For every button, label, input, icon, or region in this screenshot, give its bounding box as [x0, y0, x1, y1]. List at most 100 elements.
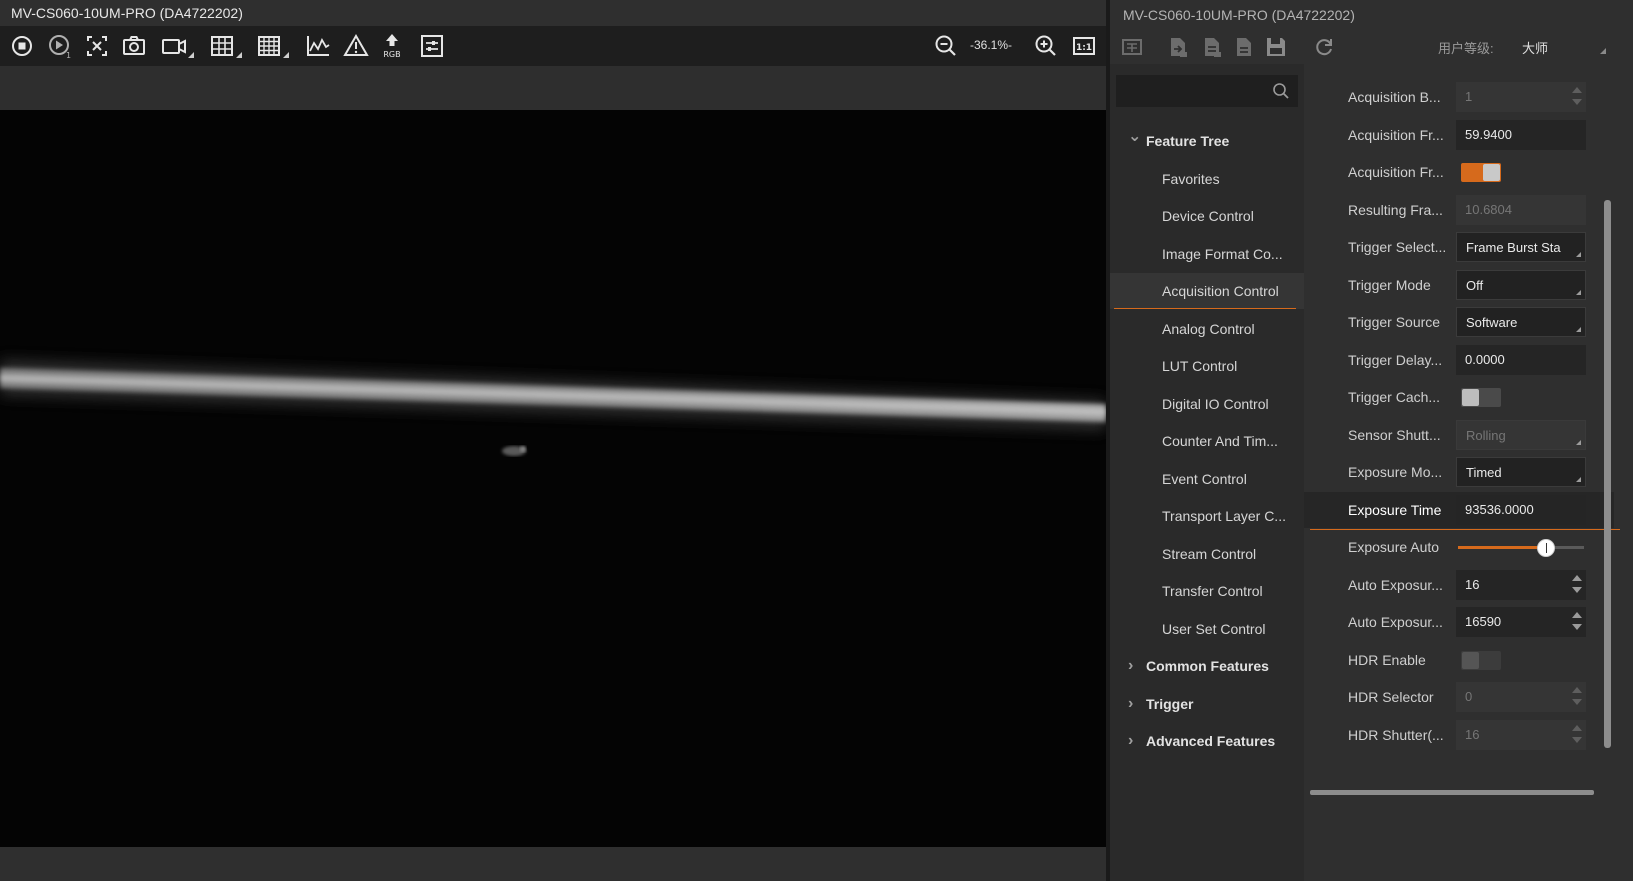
tree-item[interactable]: LUT Control [1110, 348, 1304, 384]
tree-item[interactable]: Transport Layer C... [1110, 498, 1304, 534]
toggle-knob [1483, 164, 1500, 181]
spin-up-icon[interactable] [1572, 575, 1582, 581]
property-dropdown[interactable]: Off [1456, 270, 1586, 300]
tree-item[interactable]: Acquisition Control [1110, 273, 1304, 309]
spin-up-icon[interactable] [1572, 612, 1582, 618]
chevron-down-icon[interactable] [1600, 48, 1606, 54]
feature-pane-title: MV-CS060-10UM-PRO (DA4722202) [1123, 7, 1355, 23]
property-spinbox[interactable]: 16590 [1456, 607, 1586, 637]
chevron-right-icon[interactable]: › [1128, 686, 1142, 722]
tree-item[interactable]: Event Control [1110, 461, 1304, 497]
spin-down-icon[interactable] [1572, 587, 1582, 593]
spin-buttons [1572, 723, 1582, 747]
tree-item[interactable]: Image Format Co... [1110, 236, 1304, 272]
spin-buttons [1572, 85, 1582, 109]
tree-item-label: Event Control [1162, 471, 1247, 487]
spin-down-icon [1572, 737, 1582, 743]
chevron-down-icon[interactable] [1576, 252, 1581, 257]
chevron-right-icon[interactable]: › [1128, 723, 1142, 759]
settings-sliders-icon[interactable] [418, 32, 446, 60]
save-icon[interactable] [1264, 35, 1288, 59]
property-value: 0 [1465, 689, 1473, 704]
zoom-out-icon[interactable] [932, 32, 960, 60]
property-dropdown[interactable]: Frame Burst Sta [1456, 232, 1586, 262]
tree-item[interactable]: Digital IO Control [1110, 386, 1304, 422]
tree-item[interactable]: Favorites [1110, 161, 1304, 197]
property-hscrollbar[interactable] [1310, 790, 1594, 795]
spin-down-icon[interactable] [1572, 624, 1582, 630]
image-status-strip [0, 847, 1106, 881]
zoom-in-icon[interactable] [1032, 32, 1060, 60]
property-row: Trigger Cach... [1304, 379, 1614, 415]
refresh-icon[interactable] [1312, 35, 1336, 59]
property-input[interactable]: 93536.0000 [1456, 495, 1586, 525]
property-name: Exposure Auto [1348, 539, 1440, 555]
property-input: 10.6804 [1456, 195, 1586, 225]
tree-item[interactable]: Transfer Control [1110, 573, 1304, 609]
histogram-icon[interactable] [304, 32, 332, 60]
chevron-down-icon[interactable]: ⌄ [1128, 119, 1142, 155]
tree-item-label: LUT Control [1162, 358, 1238, 374]
property-toggle[interactable] [1461, 388, 1501, 407]
property-name: Acquisition Fr... [1348, 127, 1444, 143]
spin-buttons [1572, 685, 1582, 709]
close-capture-icon[interactable] [83, 32, 111, 60]
property-row: Sensor Shutt... Rolling [1304, 417, 1614, 453]
property-name: Acquisition Fr... [1348, 164, 1444, 180]
stop-icon[interactable] [8, 32, 36, 60]
property-input[interactable]: 0.0000 [1456, 345, 1586, 375]
property-dropdown[interactable]: Timed [1456, 457, 1586, 487]
chevron-down-icon[interactable] [1576, 477, 1581, 482]
import-icon[interactable] [1166, 35, 1190, 59]
property-toggle[interactable] [1461, 163, 1501, 182]
grid-large-icon[interactable] [255, 32, 289, 60]
chevron-down-icon[interactable] [1576, 327, 1581, 332]
tree-item[interactable]: Counter And Tim... [1110, 423, 1304, 459]
property-value: Software [1466, 315, 1518, 330]
tree-item[interactable]: Stream Control [1110, 536, 1304, 572]
chevron-down-icon[interactable] [1576, 290, 1581, 295]
spin-down-icon [1572, 699, 1582, 705]
rgb-export-icon[interactable]: RGB [378, 32, 406, 60]
tree-item-label: Digital IO Control [1162, 396, 1269, 412]
grid-small-icon[interactable] [208, 32, 242, 60]
tree-item[interactable]: Analog Control [1110, 311, 1304, 347]
property-spinbox[interactable]: 16 [1456, 570, 1586, 600]
export-icon[interactable] [1200, 35, 1224, 59]
property-name: HDR Selector [1348, 689, 1434, 705]
chevron-right-icon[interactable]: › [1128, 648, 1142, 684]
tree-item[interactable]: User Set Control [1110, 611, 1304, 647]
snapshot-camera-icon[interactable] [120, 32, 148, 60]
feature-search-input[interactable] [1116, 75, 1266, 107]
slider-thumb[interactable] [1537, 539, 1555, 557]
record-video-icon[interactable] [160, 32, 194, 60]
property-vscrollbar[interactable] [1604, 200, 1611, 748]
property-value: 1 [1465, 89, 1473, 104]
device-info-icon[interactable] [1120, 35, 1144, 59]
user-level-label: 用户等级: [1438, 41, 1494, 56]
property-value: Timed [1466, 465, 1502, 480]
zoom-value[interactable]: -36.1%- [970, 38, 1012, 52]
tree-category[interactable]: › Trigger [1110, 686, 1304, 722]
chevron-down-icon[interactable] [1576, 440, 1581, 445]
property-slider[interactable] [1456, 532, 1586, 562]
camera-image-view[interactable] [0, 110, 1106, 847]
feature-search [1116, 75, 1298, 107]
property-name: Auto Exposur... [1348, 577, 1443, 593]
tree-category[interactable]: › Advanced Features [1110, 723, 1304, 759]
property-value: 16590 [1465, 614, 1502, 629]
tree-category[interactable]: ⌄ Feature Tree [1110, 123, 1304, 159]
property-dropdown[interactable]: Software [1456, 307, 1586, 337]
play-step-icon[interactable]: 1 [46, 32, 74, 60]
warning-icon[interactable] [342, 32, 370, 60]
property-input[interactable]: 59.9400 [1456, 120, 1586, 150]
document-icon[interactable] [1232, 35, 1256, 59]
user-level-select[interactable]: 大师 [1522, 38, 1548, 57]
property-dropdown: Rolling [1456, 420, 1586, 450]
tree-item-label: Trigger [1146, 696, 1194, 712]
tree-category[interactable]: › Common Features [1110, 648, 1304, 684]
spin-buttons [1572, 610, 1582, 634]
search-icon[interactable] [1272, 82, 1290, 100]
tree-item[interactable]: Device Control [1110, 198, 1304, 234]
actual-size-icon[interactable]: 1:1 [1070, 32, 1098, 60]
